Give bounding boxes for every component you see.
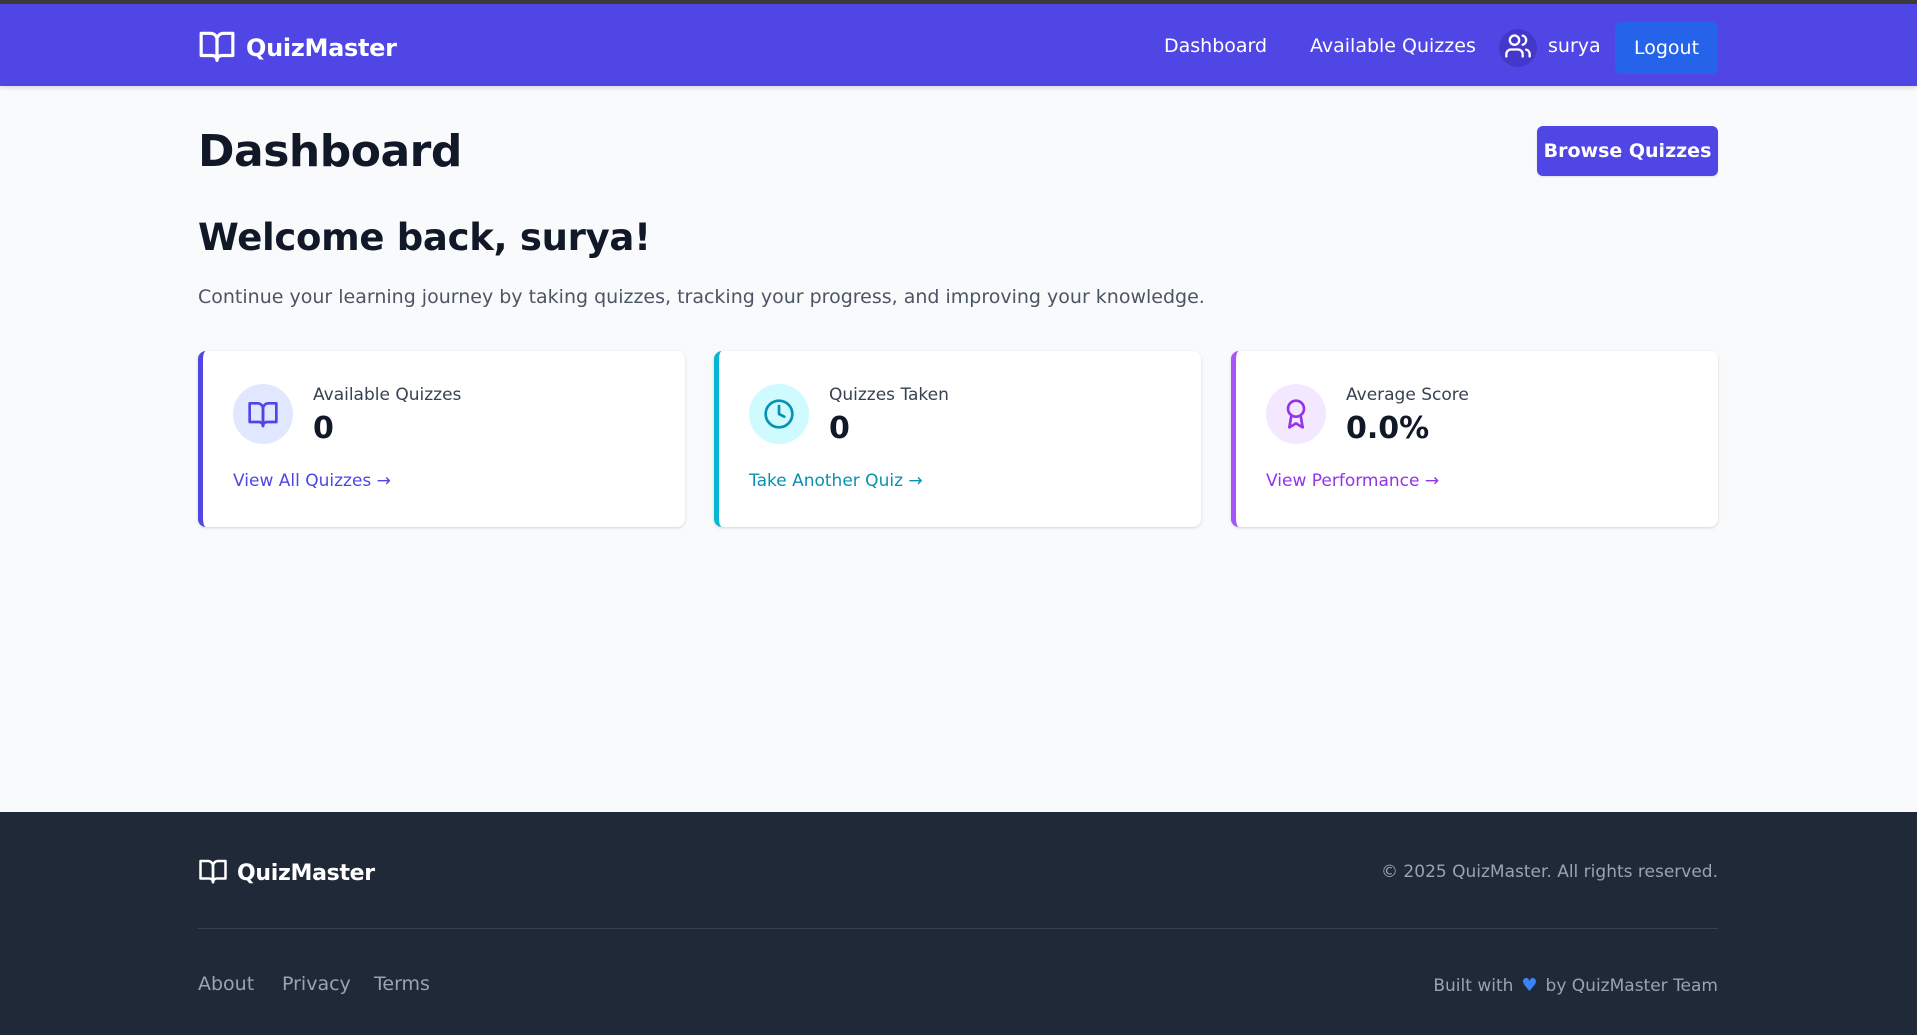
view-performance-link[interactable]: View Performance → [1266, 471, 1439, 491]
award-icon [1266, 384, 1326, 444]
heart-icon: ♥ [1521, 975, 1538, 996]
stat-value: 0.0% [1346, 411, 1430, 446]
footer-link-terms[interactable]: Terms [374, 973, 430, 995]
book-open-icon [198, 856, 228, 890]
welcome-subtitle: Continue your learning journey by taking… [198, 286, 1205, 308]
footer: QuizMaster © 2025 QuizMaster. All rights… [0, 812, 1917, 1035]
book-icon [233, 384, 293, 444]
built-prefix: Built with [1433, 975, 1514, 996]
built-with: Built with ♥ by QuizMaster Team [1433, 975, 1718, 996]
stat-label: Available Quizzes [313, 385, 462, 405]
brand-logo[interactable]: QuizMaster [198, 27, 397, 69]
footer-brand[interactable]: QuizMaster [198, 856, 375, 890]
stat-card-average-score: Average Score 0.0% View Performance → [1231, 351, 1718, 527]
logout-button[interactable]: Logout [1615, 22, 1718, 74]
navbar: QuizMaster Dashboard Available Quizzes s… [0, 4, 1917, 86]
view-all-quizzes-link[interactable]: View All Quizzes → [233, 471, 391, 491]
page-title: Dashboard [198, 126, 462, 177]
brand-name: QuizMaster [246, 34, 397, 62]
user-name[interactable]: surya [1548, 35, 1601, 57]
footer-link-privacy[interactable]: Privacy [282, 973, 351, 995]
footer-link-about[interactable]: About [198, 973, 254, 995]
book-open-icon [198, 27, 236, 69]
footer-divider [198, 928, 1718, 929]
user-avatar[interactable] [1499, 29, 1537, 67]
browse-quizzes-button[interactable]: Browse Quizzes [1537, 126, 1718, 176]
welcome-heading: Welcome back, surya! [198, 216, 651, 259]
nav-link-available-quizzes[interactable]: Available Quizzes [1310, 35, 1476, 57]
users-icon [1504, 32, 1532, 64]
stat-card-quizzes-taken: Quizzes Taken 0 Take Another Quiz → [714, 351, 1201, 527]
stat-label: Quizzes Taken [829, 385, 949, 405]
stat-card-available-quizzes: Available Quizzes 0 View All Quizzes → [198, 351, 685, 527]
stat-value: 0 [313, 411, 334, 446]
stat-label: Average Score [1346, 385, 1469, 405]
stat-value: 0 [829, 411, 850, 446]
nav-link-dashboard[interactable]: Dashboard [1164, 35, 1267, 57]
copyright: © 2025 QuizMaster. All rights reserved. [1381, 862, 1718, 882]
footer-brand-name: QuizMaster [237, 860, 375, 886]
built-suffix: by QuizMaster Team [1545, 975, 1718, 996]
take-another-quiz-link[interactable]: Take Another Quiz → [749, 471, 923, 491]
clock-icon [749, 384, 809, 444]
